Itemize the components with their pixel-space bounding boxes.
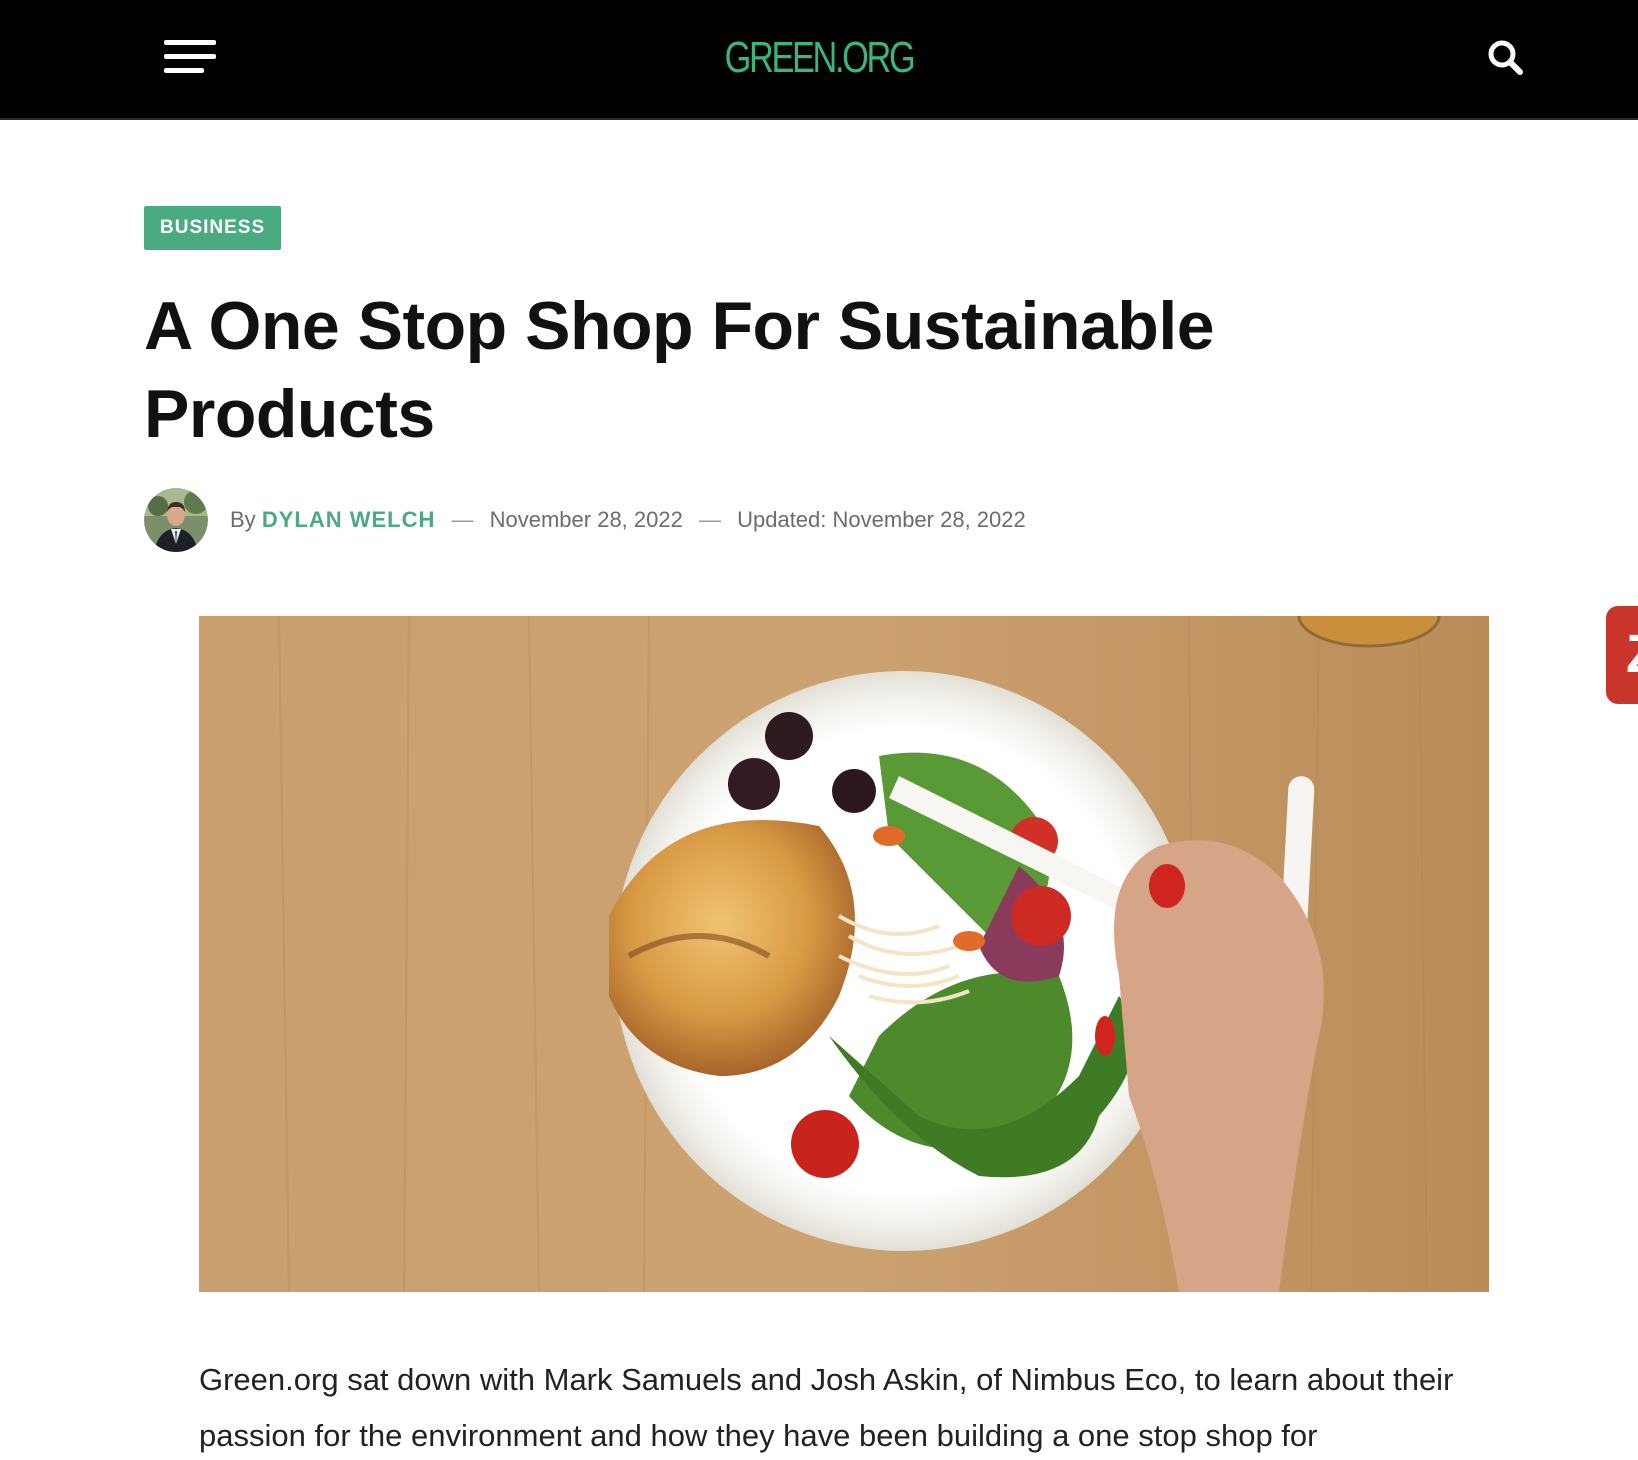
side-share-tab[interactable]: Z (1606, 606, 1638, 704)
site-logo[interactable]: GREEN.ORG (180, 30, 1458, 86)
search-icon[interactable] (1486, 38, 1526, 78)
search-icon-svg (1488, 40, 1523, 75)
article-title: A One Stop Shop For Sustainable Products (144, 288, 1215, 452)
published-date: November 28, 2022 (489, 507, 683, 532)
article-meta: By DYLAN WELCH — November 28, 2022 — Upd… (144, 488, 1026, 552)
article-intro-paragraph: Green.org sat down with Mark Samuels and… (199, 1362, 1454, 1453)
site-header: GREEN.ORG (0, 0, 1638, 120)
category-badge[interactable]: BUSINESS (144, 206, 282, 250)
meta-separator: — (698, 507, 721, 532)
byline: By DYLAN WELCH — November 28, 2022 — Upd… (230, 507, 1026, 533)
updated-label: Updated: (737, 507, 827, 532)
meta-separator: — (451, 507, 474, 532)
side-tab-glyph: Z (1626, 624, 1638, 684)
hero-image (199, 616, 1489, 1292)
byline-prefix: By (230, 507, 256, 532)
author-link[interactable]: DYLAN WELCH (262, 507, 436, 532)
author-avatar[interactable] (144, 488, 208, 552)
updated-date: November 28, 2022 (832, 507, 1026, 532)
